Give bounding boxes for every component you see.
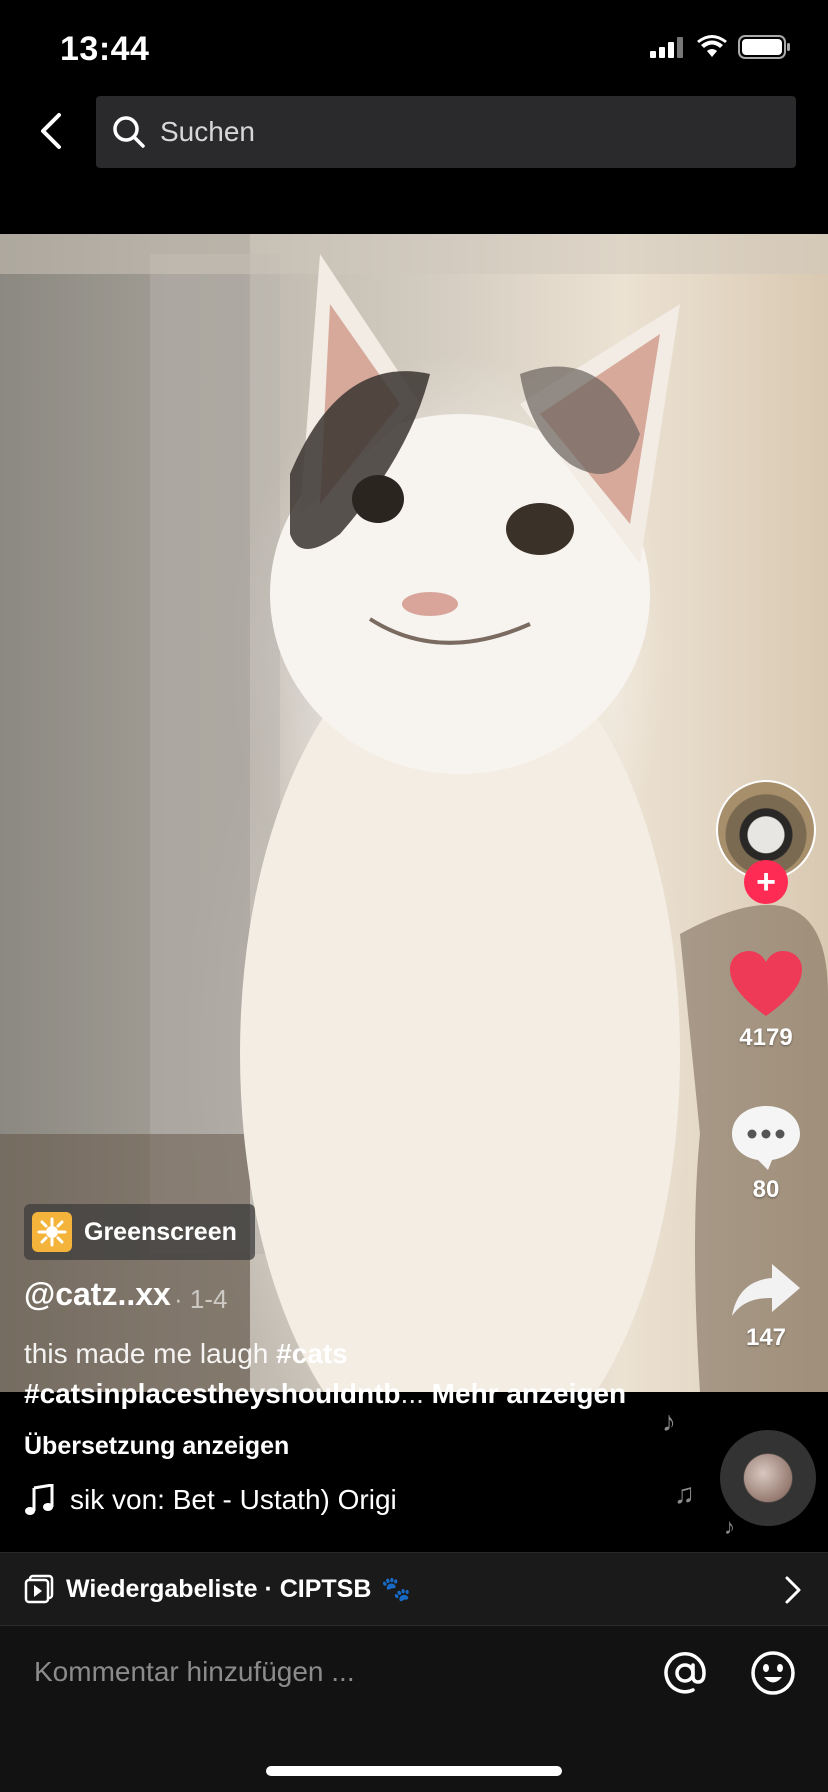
music-note-icon: ♪	[724, 1514, 735, 1539]
effect-label: Greenscreen	[84, 1217, 237, 1246]
playlist-bar[interactable]: Wiedergabeliste · CIPTSB 🐾	[0, 1552, 828, 1626]
like-count: 4179	[739, 1024, 793, 1051]
comment-input[interactable]	[34, 1656, 594, 1688]
disc-cover	[744, 1454, 792, 1502]
share-count: 147	[745, 1324, 787, 1351]
heart-icon	[730, 951, 802, 1016]
hashtag-link[interactable]: #cats	[276, 1338, 348, 1369]
chevron-right-icon	[784, 1575, 802, 1605]
sparkle-icon	[32, 1212, 72, 1252]
effect-badge[interactable]: Greenscreen	[24, 1204, 255, 1260]
comment-count: 80	[752, 1176, 780, 1203]
status-icons	[650, 34, 792, 60]
share-action[interactable]: 147	[716, 1262, 816, 1352]
music-disc[interactable]	[720, 1430, 816, 1526]
caption-text: this made me laugh	[24, 1338, 277, 1369]
comment-bubble-icon	[732, 1106, 800, 1170]
translate-link[interactable]: Übersetzung anzeigen	[24, 1432, 289, 1461]
music-note-icon	[25, 1484, 54, 1515]
paw-icon: 🐾	[381, 1575, 412, 1603]
author-username[interactable]: @catz..xx	[24, 1276, 171, 1313]
playlist-icon	[24, 1574, 54, 1604]
music-note-icon: ♪	[662, 1406, 676, 1437]
signal-icon	[650, 37, 683, 58]
share-arrow-icon	[732, 1264, 800, 1316]
playlist-label: Wiedergabeliste · CIPTSB	[66, 1574, 372, 1603]
music-title: sik von: Bet - Ustath) Origi	[70, 1484, 397, 1515]
at-sign-icon	[664, 1652, 706, 1694]
wifi-icon	[697, 35, 727, 57]
like-action[interactable]: 4179	[716, 950, 816, 1052]
mention-button[interactable]	[660, 1648, 710, 1698]
post-date: · 1-4	[174, 1284, 228, 1314]
emoji-button[interactable]	[748, 1648, 798, 1698]
chevron-left-icon	[41, 113, 61, 149]
search-box[interactable]	[96, 96, 796, 168]
creator-avatar-group: +	[716, 780, 818, 904]
hashtag-link[interactable]: #catsinplacestheyshouldntb	[24, 1378, 401, 1409]
show-more-link[interactable]: Mehr anzeigen	[424, 1378, 627, 1409]
emoji-icon	[751, 1651, 795, 1695]
search-icon	[112, 115, 146, 149]
status-bar: 13:44	[0, 0, 828, 96]
battery-icon	[738, 35, 790, 59]
music-note-icon: ♫	[674, 1478, 695, 1509]
back-button[interactable]	[26, 106, 76, 156]
follow-button[interactable]: +	[744, 860, 788, 904]
comment-action[interactable]: 80	[716, 1104, 816, 1204]
home-indicator	[266, 1766, 562, 1776]
video-caption: this made me laugh #cats #catsinplacesth…	[24, 1334, 664, 1414]
search-input[interactable]	[160, 116, 720, 148]
comment-bar	[0, 1626, 828, 1792]
music-row[interactable]: sik von: Bet - Ustath) Origi	[24, 1484, 490, 1516]
search-row	[0, 96, 828, 168]
caption-ellipsis: ...	[400, 1378, 424, 1409]
status-time: 13:44	[60, 30, 150, 68]
